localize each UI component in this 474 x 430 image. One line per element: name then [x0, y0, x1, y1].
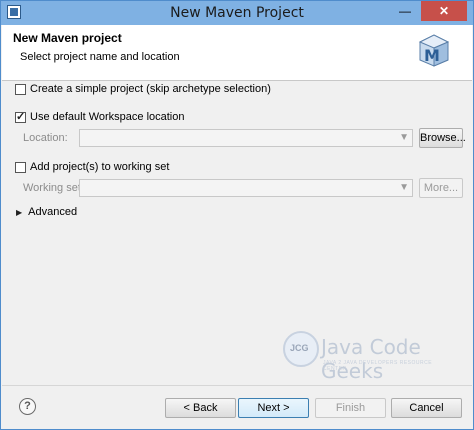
minimize-button[interactable]: — — [392, 1, 418, 21]
help-icon[interactable]: ? — [19, 398, 36, 415]
watermark-subtitle: JAVA 2 JAVA DEVELOPERS RESOURCE CENTER — [323, 360, 433, 372]
java-code-geeks-watermark: JCG Java Code Geeks JAVA 2 JAVA DEVELOPE… — [283, 327, 453, 383]
location-combo[interactable]: ▼ — [79, 129, 413, 147]
browse-button[interactable]: Browse... — [419, 128, 466, 148]
advanced-label: Advanced — [28, 206, 78, 218]
working-set-check-label: Add project(s) to working set — [30, 161, 170, 173]
page-title: New Maven project — [13, 31, 122, 45]
title-bar[interactable]: New Maven Project — ✕ — [1, 1, 473, 25]
working-set-checkbox[interactable] — [15, 161, 26, 173]
expand-triangle-icon: ▶ — [16, 207, 23, 217]
footer-divider — [2, 385, 472, 386]
more-button[interactable]: More... — [419, 178, 463, 198]
default-workspace-label: Use default Workspace location — [30, 111, 185, 123]
simple-project-option[interactable]: Create a simple project (skip archetype … — [15, 83, 271, 95]
back-button[interactable]: < Back — [165, 398, 236, 418]
new-maven-project-dialog: New Maven Project — ✕ New Maven project … — [0, 0, 474, 430]
maven-logo-icon: M — [418, 34, 450, 67]
close-button[interactable]: ✕ — [421, 1, 467, 21]
wizard-banner: New Maven project Select project name an… — [2, 25, 472, 81]
location-label: Location: — [23, 132, 68, 144]
next-button[interactable]: Next > — [238, 398, 309, 418]
jcg-logo-text: JCG — [290, 343, 309, 353]
page-subtitle: Select project name and location — [20, 51, 180, 63]
maven-logo-letter: M — [424, 46, 440, 65]
jcg-logo-icon: JCG — [283, 331, 319, 367]
chevron-down-icon: ▼ — [399, 182, 409, 193]
default-workspace-option[interactable]: Use default Workspace location — [15, 110, 185, 123]
simple-project-checkbox[interactable] — [15, 83, 26, 95]
working-set-label: Working set: — [23, 182, 84, 194]
working-set-option[interactable]: Add project(s) to working set — [15, 161, 169, 173]
simple-project-label: Create a simple project (skip archetype … — [30, 83, 271, 95]
cancel-button[interactable]: Cancel — [391, 398, 462, 418]
finish-button[interactable]: Finish — [315, 398, 386, 418]
watermark-title: Java Code Geeks — [321, 335, 421, 383]
working-set-combo[interactable]: ▼ — [79, 179, 413, 197]
default-workspace-checkbox[interactable] — [15, 110, 26, 123]
chevron-down-icon: ▼ — [399, 132, 409, 143]
advanced-section-toggle[interactable]: ▶ Advanced — [16, 206, 77, 218]
